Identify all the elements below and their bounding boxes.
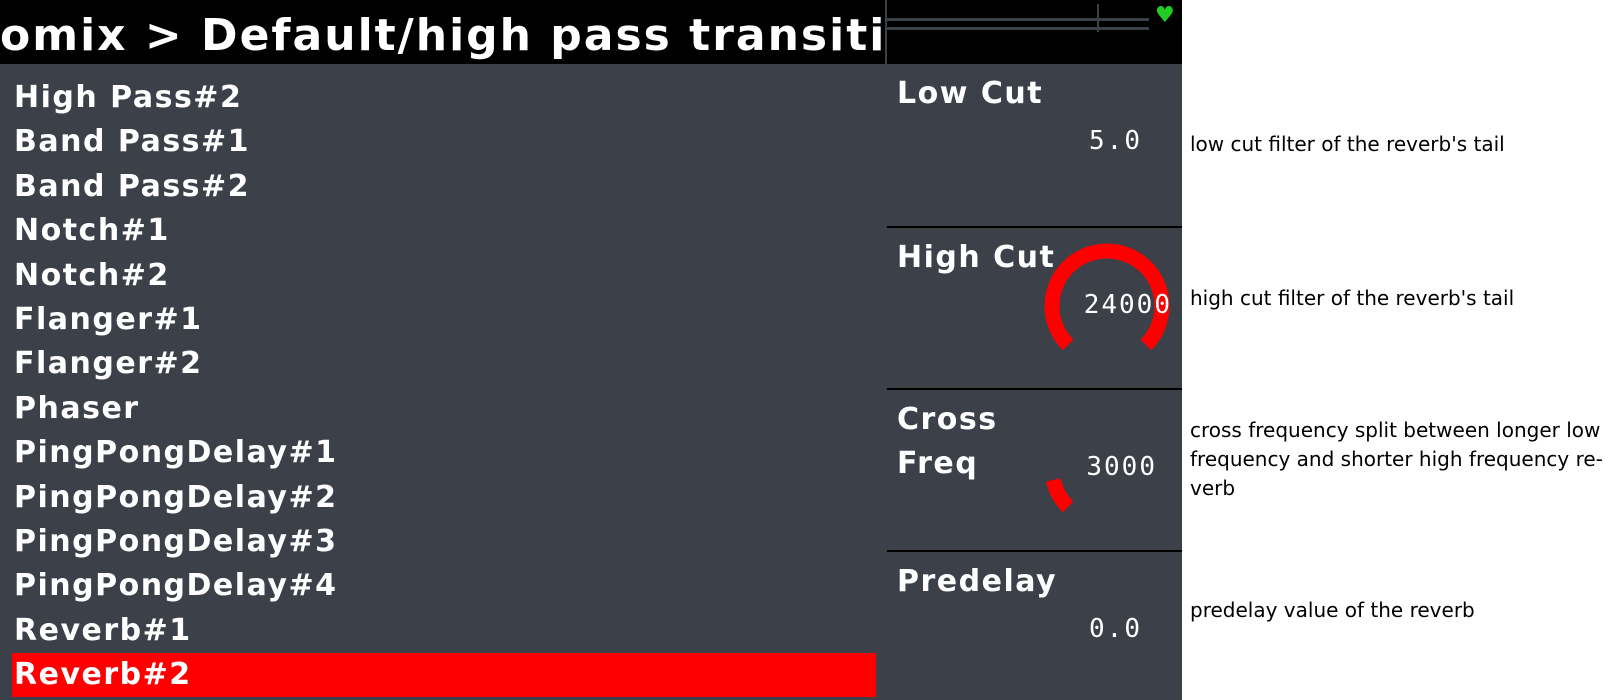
note-predelay: predelay value of the reverb: [1190, 598, 1475, 622]
meter-bar-top: [887, 18, 1149, 21]
param-cross-freq[interactable]: Cross Freq 3000: [887, 388, 1182, 550]
param-value: 0.0: [1089, 614, 1142, 644]
note-high-cut: high cut filter of the reverb's tail: [1190, 286, 1515, 310]
note-cross-freq: cross frequency split between longer low…: [1190, 418, 1603, 500]
list-item[interactable]: PingPongDelay#3: [12, 520, 876, 564]
meter-tick: [1097, 4, 1099, 32]
annotations: low cut filter of the reverb's tail high…: [1190, 0, 1615, 700]
note-low-cut: low cut filter of the reverb's tail: [1190, 132, 1505, 156]
list-item[interactable]: PingPongDelay#4: [12, 564, 876, 608]
param-low-cut[interactable]: Low Cut 5.0: [887, 64, 1182, 226]
param-value: 24000: [1083, 290, 1172, 320]
effects-list: High Pass#2 Band Pass#1 Band Pass#2 Notc…: [0, 76, 885, 698]
param-value: 3000: [1086, 452, 1157, 482]
list-item[interactable]: Notch#1: [12, 209, 876, 253]
list-item[interactable]: Flanger#1: [12, 298, 876, 342]
list-item[interactable]: Band Pass#2: [12, 165, 876, 209]
list-item-selected[interactable]: Reverb#2: [12, 653, 876, 698]
list-item[interactable]: Phaser: [12, 387, 876, 431]
param-label: High Cut: [897, 240, 1056, 275]
parameter-panel: Low Cut 5.0 High Cut 24000 Cross Freq 30…: [887, 64, 1182, 700]
level-meter: ♥: [887, 0, 1182, 64]
param-label: Cross Freq: [897, 402, 998, 481]
device-screen: omix > Default/high pass transiti ♥ High…: [0, 0, 1182, 700]
breadcrumb-title: omix > Default/high pass transiti: [0, 10, 885, 61]
param-high-cut[interactable]: High Cut 24000: [887, 226, 1182, 388]
list-item[interactable]: Reverb#1: [12, 609, 876, 653]
param-value: 5.0: [1089, 126, 1142, 156]
meter-bar-bottom: [887, 27, 1149, 30]
param-label: Predelay: [897, 564, 1058, 599]
param-label: Low Cut: [897, 76, 1044, 111]
heart-icon: ♥: [1155, 3, 1175, 28]
list-item[interactable]: Band Pass#1: [12, 120, 876, 164]
list-item[interactable]: Notch#2: [12, 254, 876, 298]
title-bar: omix > Default/high pass transiti: [0, 0, 885, 64]
list-item[interactable]: PingPongDelay#2: [12, 476, 876, 520]
list-item[interactable]: High Pass#2: [12, 76, 876, 120]
list-item[interactable]: PingPongDelay#1: [12, 431, 876, 475]
list-item[interactable]: Flanger#2: [12, 342, 876, 386]
param-predelay[interactable]: Predelay 0.0: [887, 550, 1182, 700]
